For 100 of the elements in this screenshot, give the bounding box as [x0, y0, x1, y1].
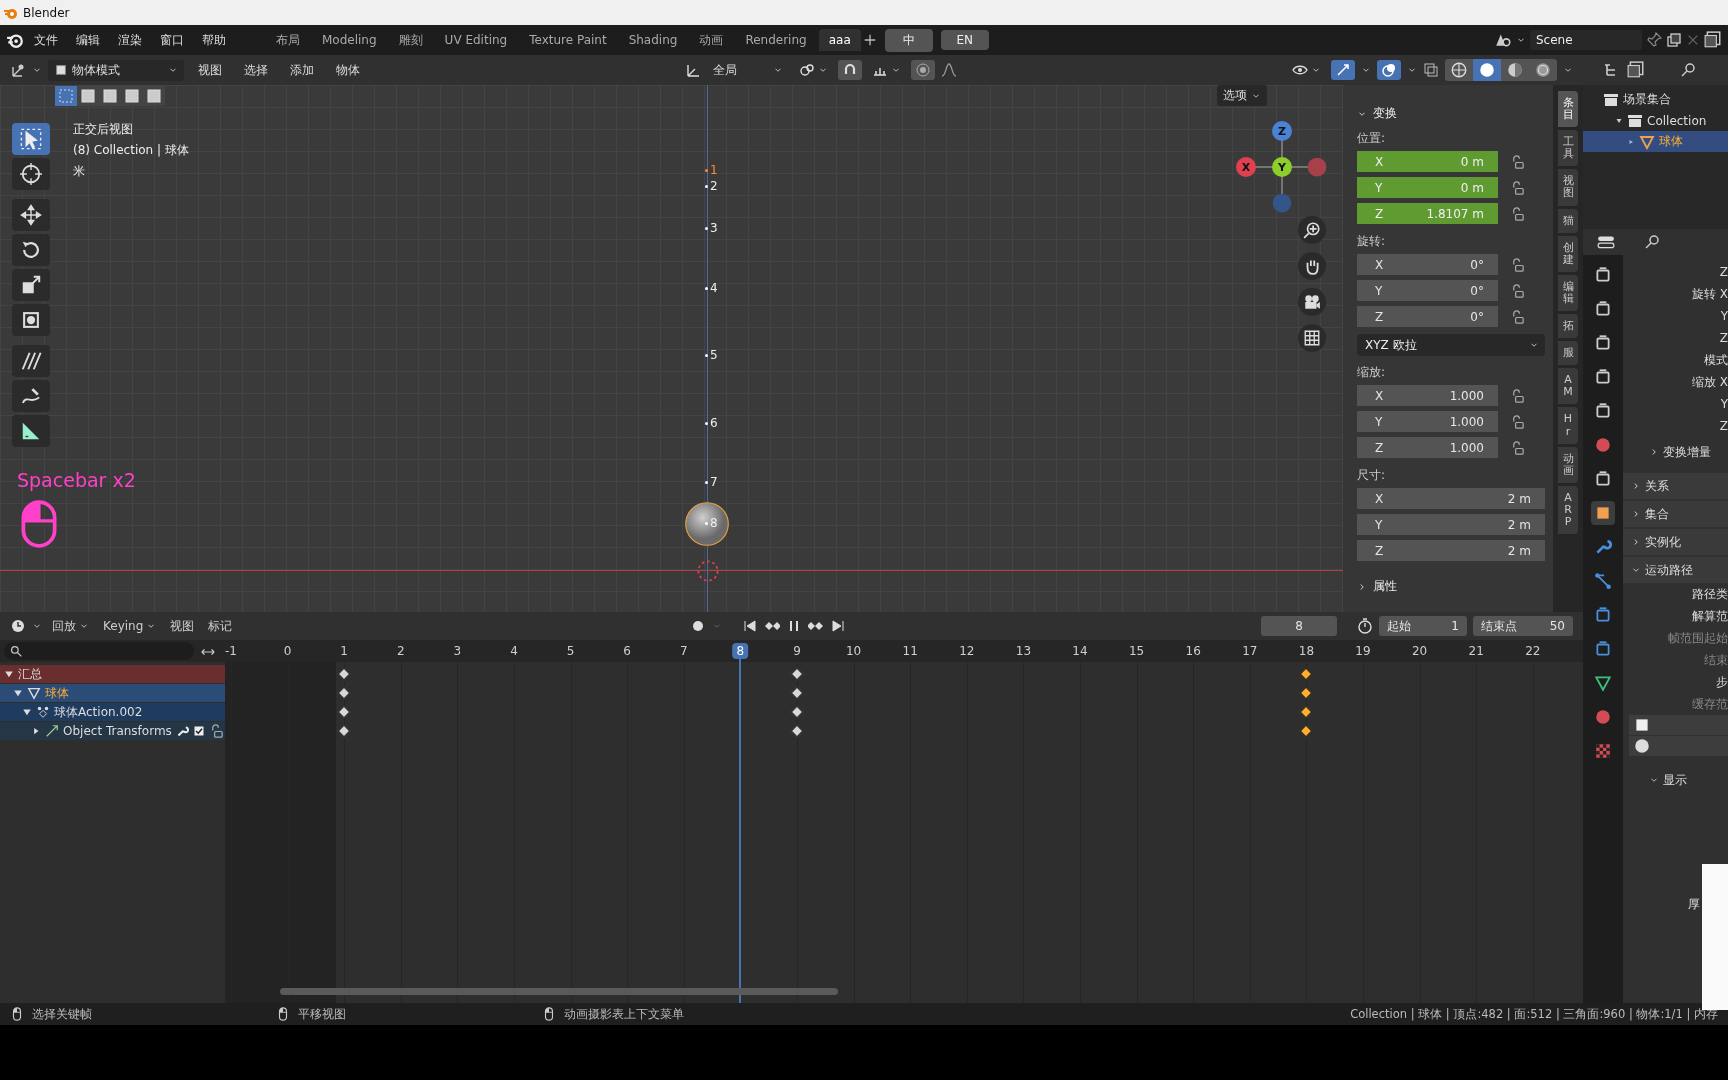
tool-button[interactable] — [12, 158, 50, 190]
pan-button[interactable] — [1298, 252, 1326, 280]
grid-button[interactable] — [1298, 324, 1326, 352]
workspace-tab[interactable]: UV Editing — [434, 29, 518, 51]
keyframe[interactable] — [790, 686, 804, 700]
sidebar-tab[interactable]: ARP — [1558, 485, 1578, 535]
tool-button[interactable] — [12, 199, 50, 231]
menu-item[interactable]: 视图 — [166, 615, 199, 637]
sidebar-tab[interactable]: 创建 — [1558, 235, 1578, 272]
panel-header[interactable]: 运动路径 — [1623, 557, 1728, 583]
menu-item[interactable]: 帮助 — [194, 28, 234, 52]
menu-item[interactable]: 物体 — [328, 58, 368, 82]
triangle-icon[interactable] — [1615, 116, 1623, 125]
workspace-tab[interactable]: 布局 — [266, 27, 310, 53]
sidebar-tab[interactable]: 条目 — [1558, 91, 1578, 128]
channel-row[interactable]: 汇总 — [0, 665, 225, 683]
square-icon[interactable] — [1633, 716, 1651, 734]
zoom-button[interactable] — [1298, 216, 1326, 244]
outliner-item[interactable]: 场景集合 — [1583, 89, 1728, 110]
outliner-item[interactable]: 球体 — [1583, 131, 1728, 152]
rotation-mode-dropdown[interactable]: XYZ 欧拉 — [1357, 334, 1545, 356]
number-field[interactable]: Y 0° — [1357, 280, 1498, 301]
lock-icon[interactable] — [1510, 388, 1525, 404]
lock-icon[interactable] — [1510, 257, 1525, 273]
number-field[interactable]: Y 1.000 — [1357, 411, 1498, 432]
menu-item[interactable]: Keying — [99, 617, 161, 635]
lock-icon[interactable] — [1510, 180, 1525, 196]
lock-icon[interactable] — [1510, 154, 1525, 170]
wrench-icon[interactable] — [175, 724, 189, 738]
copy-icon[interactable] — [1666, 32, 1682, 48]
axis-gizmo-ball[interactable]: Y — [1272, 157, 1292, 177]
menu-item[interactable]: 回放 — [48, 615, 93, 637]
tool-button[interactable] — [12, 415, 50, 447]
scrollbar[interactable] — [280, 988, 838, 995]
sidebar-tab[interactable]: 拓 — [1558, 314, 1578, 339]
current-frame-field[interactable]: 8 — [1261, 616, 1337, 636]
tool-button[interactable] — [12, 304, 50, 336]
axes-icon[interactable] — [10, 62, 26, 78]
menu-item[interactable]: 视图 — [190, 58, 230, 82]
tool-button[interactable] — [12, 269, 50, 301]
tool-button[interactable] — [12, 380, 50, 412]
xray-icon[interactable] — [1423, 62, 1439, 78]
keyframe[interactable] — [1300, 686, 1313, 700]
lock-icon[interactable] — [1510, 283, 1525, 299]
workspace-tab[interactable]: 动画 — [689, 27, 734, 53]
language-button[interactable]: EN — [940, 30, 989, 50]
tool-button[interactable] — [12, 345, 50, 377]
tool-button[interactable] — [12, 234, 50, 266]
close-icon[interactable] — [1686, 33, 1700, 47]
circle-dot-icon[interactable] — [915, 62, 931, 78]
keyframe[interactable] — [1300, 724, 1313, 738]
shading-button[interactable] — [1473, 59, 1501, 81]
keyframe[interactable] — [790, 705, 804, 719]
lock-icon[interactable] — [1510, 440, 1525, 456]
sidebar-tab[interactable]: 视图 — [1558, 169, 1578, 206]
toggle-button[interactable] — [1331, 60, 1355, 80]
number-field[interactable]: Z 2 m — [1357, 540, 1545, 561]
mode-dropdown[interactable]: 物体模式 — [48, 59, 184, 81]
orientation-icon[interactable] — [685, 62, 701, 78]
number-field[interactable]: X 1.000 — [1357, 385, 1498, 406]
toggle-button[interactable] — [1377, 60, 1401, 80]
panel-title[interactable]: 属性 — [1373, 578, 1397, 595]
number-field[interactable]: Z 0° — [1357, 306, 1498, 327]
number-field[interactable]: Z 1.000 — [1357, 437, 1498, 458]
sidebar-tab[interactable]: 动画 — [1558, 446, 1578, 483]
end-frame-field[interactable]: 结束点 50 — [1473, 616, 1573, 636]
keyframe[interactable] — [790, 667, 804, 681]
scene-field[interactable]: Scene — [1530, 30, 1642, 50]
menu-item[interactable]: 渲染 — [110, 28, 150, 52]
keyframe[interactable] — [337, 705, 351, 719]
panel-title[interactable]: 变换 — [1373, 105, 1397, 122]
menu-item[interactable]: 文件 — [26, 28, 66, 52]
number-field[interactable]: Y 2 m — [1357, 514, 1545, 535]
menu-item[interactable]: 添加 — [282, 58, 322, 82]
channel-row[interactable]: Object Transforms — [0, 722, 225, 740]
jump-end-icon[interactable] — [830, 618, 846, 634]
sidebar-tab[interactable]: 猫 — [1558, 208, 1578, 233]
outliner-item[interactable]: Collection — [1583, 110, 1728, 131]
keyframe[interactable] — [337, 667, 351, 681]
keyframe[interactable] — [1300, 667, 1313, 681]
channel-row[interactable]: 球体 — [0, 684, 225, 702]
workspace-tab[interactable]: 雕刻 — [388, 27, 433, 53]
stopwatch-icon[interactable] — [1357, 618, 1373, 634]
workspace-tab[interactable]: Rendering — [735, 29, 817, 51]
start-frame-field[interactable]: 起始 1 — [1379, 616, 1467, 636]
keyframe[interactable] — [337, 724, 351, 738]
menu-item[interactable]: 窗口 — [152, 28, 192, 52]
properties-icon[interactable] — [1597, 233, 1615, 251]
search-icon[interactable] — [1681, 62, 1697, 78]
keyframe[interactable] — [790, 724, 804, 738]
workspace-tab[interactable]: Modeling — [312, 29, 387, 51]
workspace-tab[interactable]: Texture Paint — [519, 29, 617, 51]
axis-gizmo-ball[interactable]: Z — [1272, 121, 1292, 141]
lock-icon[interactable] — [1510, 309, 1525, 325]
lock-icon[interactable] — [1510, 206, 1525, 222]
panel-header[interactable]: 实例化 — [1623, 529, 1728, 555]
playhead-line[interactable] — [739, 658, 742, 1003]
sidebar-tab[interactable]: 服 — [1558, 341, 1578, 366]
panel-header[interactable]: 关系 — [1623, 473, 1728, 499]
sidebar-tab[interactable]: AM — [1558, 368, 1578, 405]
